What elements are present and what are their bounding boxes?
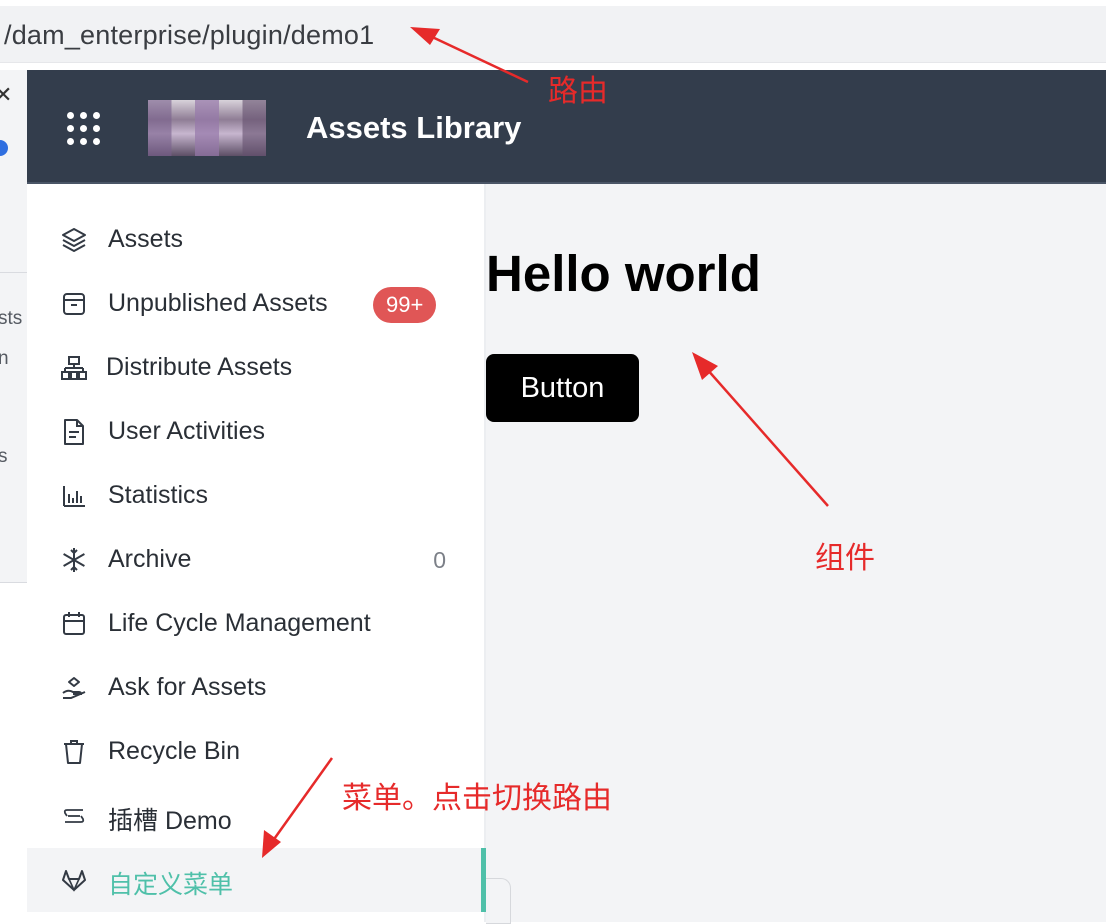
- close-icon[interactable]: ✕: [0, 82, 12, 108]
- truncated-text: s: [0, 446, 8, 468]
- sidebar-item-label: 插槽 Demo: [108, 807, 232, 835]
- url-text[interactable]: /dam_enterprise/plugin/demo1: [4, 20, 374, 51]
- truncated-text: n: [0, 348, 9, 370]
- document-icon: [64, 419, 84, 445]
- sidebar-item-user-activities[interactable]: User Activities: [27, 400, 484, 464]
- sidebar-item-ask-for-assets[interactable]: Ask for Assets: [27, 656, 484, 720]
- sidebar-item-label: Assets: [108, 225, 184, 253]
- truncated-text: sts: [0, 308, 23, 329]
- sitemap-icon: [61, 356, 87, 380]
- sidebar-item-archive[interactable]: Archive 0: [27, 528, 484, 592]
- grid-dots-icon[interactable]: [67, 112, 101, 146]
- snowflake-icon: [63, 548, 85, 572]
- sidebar-collapse-handle[interactable]: [486, 878, 511, 924]
- address-bar[interactable]: /dam_enterprise/plugin/demo1: [0, 6, 1106, 63]
- annotation-component: 组件: [815, 542, 875, 575]
- divider: [0, 272, 27, 273]
- demo-button[interactable]: Button: [486, 354, 639, 422]
- sidebar-item-assets[interactable]: Assets: [27, 208, 484, 272]
- sidebar-item-life-cycle-management[interactable]: Life Cycle Management: [27, 592, 484, 656]
- sidebar-item-label: Statistics: [108, 481, 209, 509]
- layers-icon: [62, 228, 86, 252]
- sidebar-item-unpublished-assets[interactable]: Unpublished Assets 99+: [27, 272, 484, 336]
- sidebar-item-label: Recycle Bin: [108, 737, 240, 765]
- annotation-route: 路由: [548, 75, 608, 108]
- previous-panel-strip: ✕ sts n s: [0, 70, 28, 583]
- app-title: Assets Library: [306, 110, 522, 145]
- sidebar-item-label: 自定义菜单: [108, 871, 234, 899]
- archive-box-icon: [63, 293, 85, 315]
- annotation-menu: 菜单。点击切换路由: [342, 782, 612, 815]
- calendar-icon: [63, 612, 85, 635]
- sidebar-item-label: Archive: [108, 545, 192, 573]
- page-heading: Hello world: [486, 245, 761, 302]
- sidebar-item-label: Life Cycle Management: [108, 609, 371, 637]
- gear-icon[interactable]: [0, 140, 8, 156]
- bar-chart-icon: [63, 486, 85, 507]
- count-badge: 99+: [373, 287, 437, 323]
- gitlab-icon: [62, 870, 86, 892]
- hand-icon: [62, 677, 86, 699]
- trash-icon: [64, 740, 84, 764]
- item-count: 0: [433, 547, 446, 573]
- sidebar-item-distribute-assets[interactable]: Distribute Assets: [27, 336, 484, 400]
- sidebar-item-label: User Activities: [108, 417, 265, 445]
- sidebar-item-label: Unpublished Assets: [108, 289, 328, 317]
- logo-thumbnail[interactable]: [148, 100, 266, 156]
- sidebar-item-label: Distribute Assets: [106, 353, 293, 381]
- sidebar-item-label: Ask for Assets: [108, 673, 267, 701]
- sidebar-item-statistics[interactable]: Statistics: [27, 464, 484, 528]
- route-icon: [63, 809, 85, 823]
- sidebar-item-custom-menu[interactable]: 自定义菜单: [27, 848, 486, 912]
